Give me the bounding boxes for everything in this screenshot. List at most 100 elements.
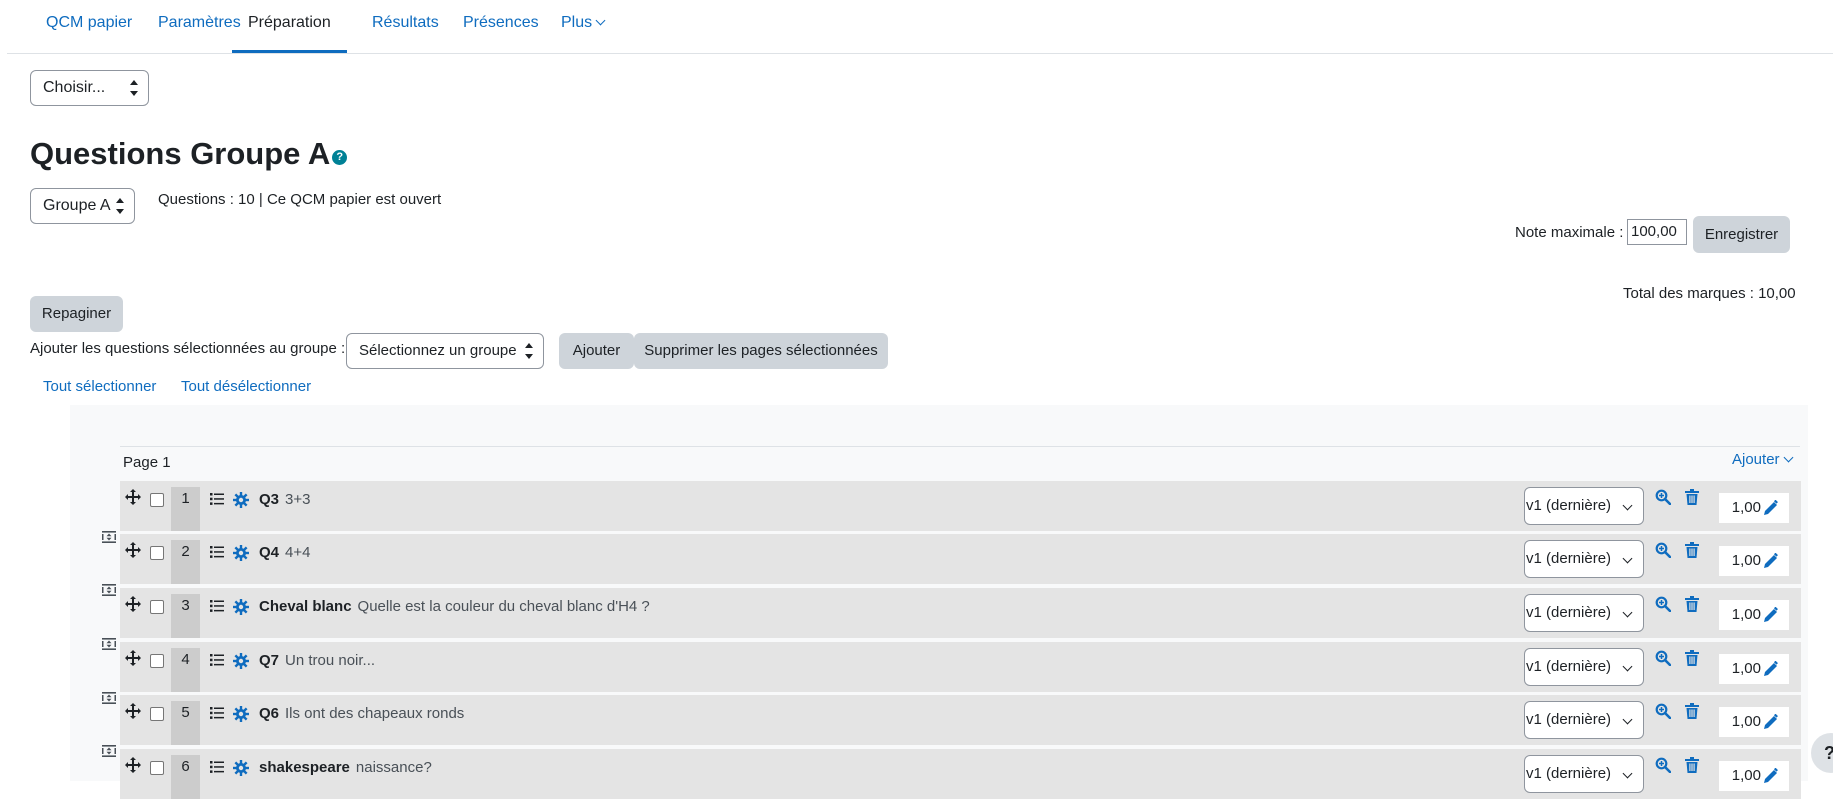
trash-icon[interactable] bbox=[1685, 596, 1699, 612]
page-break-icon[interactable] bbox=[102, 689, 116, 704]
tab-presences[interactable]: Présences bbox=[463, 0, 539, 53]
question-checkbox[interactable] bbox=[150, 600, 164, 614]
repaginate-button[interactable]: Repaginer bbox=[30, 296, 123, 332]
move-icon[interactable] bbox=[125, 650, 141, 666]
tab-resultats[interactable]: Résultats bbox=[372, 0, 439, 53]
page-break-icon[interactable] bbox=[102, 528, 116, 543]
jump-select[interactable]: Choisir... bbox=[30, 70, 149, 106]
move-icon[interactable] bbox=[125, 542, 141, 558]
question-number: 5 bbox=[171, 701, 200, 745]
tab-parametres[interactable]: Paramètres bbox=[158, 0, 241, 53]
pencil-icon[interactable] bbox=[1763, 713, 1779, 730]
gear-icon[interactable] bbox=[233, 706, 249, 722]
select-all-link[interactable]: Tout sélectionner bbox=[43, 378, 156, 395]
pencil-icon[interactable] bbox=[1763, 660, 1779, 677]
save-maxgrade-button[interactable]: Enregistrer bbox=[1693, 216, 1790, 253]
delete-pages-button[interactable]: Supprimer les pages sélectionnées bbox=[634, 333, 888, 369]
pencil-icon[interactable] bbox=[1763, 606, 1779, 623]
question-checkbox[interactable] bbox=[150, 493, 164, 507]
question-checkbox[interactable] bbox=[150, 761, 164, 775]
question-name-text: Q7 bbox=[259, 652, 280, 669]
select-arrows-icon bbox=[130, 80, 138, 96]
question-name[interactable]: Cheval blanc Quelle est la couleur du che… bbox=[259, 598, 650, 615]
page-break-icon[interactable] bbox=[102, 635, 116, 650]
question-checkbox[interactable] bbox=[150, 654, 164, 668]
question-text: Ils ont des chapeaux ronds bbox=[285, 705, 465, 722]
move-icon[interactable] bbox=[125, 489, 141, 505]
help-icon[interactable]: ? bbox=[332, 150, 348, 166]
select-arrows-icon bbox=[525, 343, 533, 359]
pencil-icon[interactable] bbox=[1763, 767, 1779, 784]
add-to-page-menu[interactable]: Ajouter bbox=[1732, 451, 1793, 468]
question-number: 4 bbox=[171, 648, 200, 692]
question-name[interactable]: Q3 3+3 bbox=[259, 491, 310, 508]
preview-zoom-icon[interactable] bbox=[1655, 650, 1672, 667]
pencil-icon[interactable] bbox=[1763, 552, 1779, 569]
secondary-navigation: QCM papier Paramètres Préparation Résult… bbox=[7, 0, 1833, 54]
group-select[interactable]: Groupe A bbox=[30, 188, 135, 224]
chevron-down-icon bbox=[595, 15, 606, 26]
question-row: 3 Cheval blanc Quelle est la couleur du ch… bbox=[120, 588, 1801, 638]
version-select[interactable]: v1 (dernière) bbox=[1524, 648, 1644, 686]
pencil-icon[interactable] bbox=[1763, 499, 1779, 516]
list-icon bbox=[210, 652, 224, 666]
version-value: v1 (dernière) bbox=[1526, 765, 1612, 782]
move-icon[interactable] bbox=[125, 596, 141, 612]
version-select[interactable]: v1 (dernière) bbox=[1524, 594, 1644, 632]
tab-preparation[interactable]: Préparation bbox=[232, 0, 347, 53]
page-break-icon[interactable] bbox=[102, 581, 116, 596]
question-text: Quelle est la couleur du cheval blanc d'… bbox=[357, 598, 650, 615]
question-checkbox[interactable] bbox=[150, 546, 164, 560]
question-name[interactable]: shakespeare naissance? bbox=[259, 759, 432, 776]
question-row: 5 Q6 Ils ont des chapeaux ronds v1 (dernièr… bbox=[120, 695, 1801, 745]
question-row: 2 Q4 4+4 v1 (dernière) 1,00 bbox=[120, 534, 1801, 584]
help-button[interactable]: ? bbox=[1811, 733, 1833, 773]
question-checkbox[interactable] bbox=[150, 707, 164, 721]
version-select[interactable]: v1 (dernière) bbox=[1524, 487, 1644, 525]
question-name[interactable]: Q7 Un trou noir... bbox=[259, 652, 375, 669]
question-name[interactable]: Q4 4+4 bbox=[259, 544, 310, 561]
add-to-group-button[interactable]: Ajouter bbox=[559, 333, 634, 369]
trash-icon[interactable] bbox=[1685, 489, 1699, 505]
preview-zoom-icon[interactable] bbox=[1655, 596, 1672, 613]
preview-zoom-icon[interactable] bbox=[1655, 542, 1672, 559]
gear-icon[interactable] bbox=[233, 653, 249, 669]
gear-icon[interactable] bbox=[233, 599, 249, 615]
page-break-icon[interactable] bbox=[102, 742, 116, 757]
chevron-down-icon bbox=[1622, 607, 1633, 618]
preview-zoom-icon[interactable] bbox=[1655, 703, 1672, 720]
trash-icon[interactable] bbox=[1685, 703, 1699, 719]
gear-icon[interactable] bbox=[233, 760, 249, 776]
page-title: Questions Groupe A? bbox=[30, 136, 348, 172]
question-name[interactable]: Q6 Ils ont des chapeaux ronds bbox=[259, 705, 464, 722]
list-icon bbox=[210, 544, 224, 558]
version-select[interactable]: v1 (dernière) bbox=[1524, 540, 1644, 578]
deselect-all-link[interactable]: Tout désélectionner bbox=[181, 378, 311, 395]
trash-icon[interactable] bbox=[1685, 757, 1699, 773]
maxgrade-input[interactable]: 100,00 bbox=[1627, 219, 1687, 245]
select-arrows-icon bbox=[116, 198, 124, 214]
tab-plus[interactable]: Plus bbox=[561, 0, 606, 53]
version-select[interactable]: v1 (dernière) bbox=[1524, 701, 1644, 739]
list-icon bbox=[210, 598, 224, 612]
gear-icon[interactable] bbox=[233, 492, 249, 508]
question-number: 2 bbox=[171, 540, 200, 584]
trash-icon[interactable] bbox=[1685, 650, 1699, 666]
preview-zoom-icon[interactable] bbox=[1655, 757, 1672, 774]
list-icon bbox=[210, 491, 224, 505]
tab-qcm-papier[interactable]: QCM papier bbox=[46, 0, 132, 53]
question-number: 6 bbox=[171, 755, 200, 799]
move-icon[interactable] bbox=[125, 757, 141, 773]
page-title-text: Questions Groupe A bbox=[30, 136, 331, 171]
page-divider bbox=[120, 446, 1800, 447]
chevron-down-icon bbox=[1622, 714, 1633, 725]
question-text: 4+4 bbox=[285, 544, 311, 561]
move-icon[interactable] bbox=[125, 703, 141, 719]
list-icon bbox=[210, 759, 224, 773]
list-icon bbox=[210, 705, 224, 719]
preview-zoom-icon[interactable] bbox=[1655, 489, 1672, 506]
gear-icon[interactable] bbox=[233, 545, 249, 561]
group-target-select[interactable]: Sélectionnez un groupe bbox=[346, 333, 544, 369]
trash-icon[interactable] bbox=[1685, 542, 1699, 558]
version-select[interactable]: v1 (dernière) bbox=[1524, 755, 1644, 793]
